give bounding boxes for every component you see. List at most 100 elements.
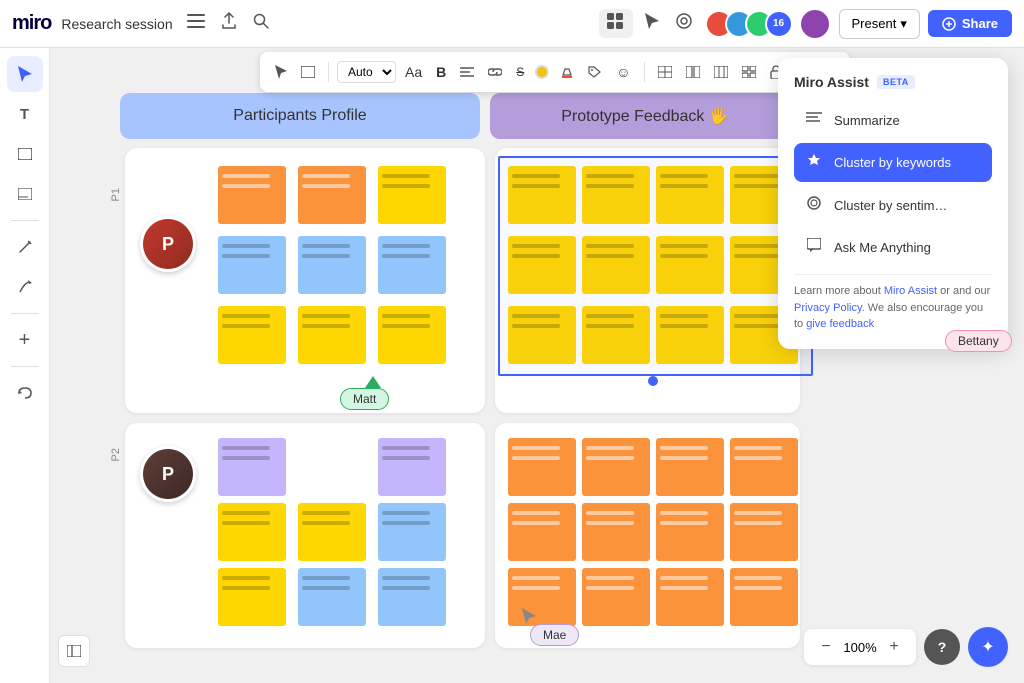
sticky-p2r-r3-4[interactable] (730, 568, 798, 626)
sticky-p1-r2-3[interactable] (378, 236, 446, 294)
sticky-p2r-r1-1[interactable] (508, 438, 576, 496)
participants-header: Participants Profile (120, 93, 480, 139)
navbar-left: miro Research session (12, 8, 273, 39)
share-label: Share (962, 16, 998, 31)
sidebar-undo-tool[interactable] (7, 375, 43, 411)
sticky-pr1-r1-2[interactable] (582, 166, 650, 224)
sidebar-divider2 (11, 313, 39, 314)
strikethrough-btn[interactable]: S (511, 62, 529, 82)
sticky-p2l-r2-3[interactable] (378, 503, 446, 561)
sticky-p2l-r1-1[interactable] (218, 438, 286, 496)
grid-view-icon[interactable] (599, 9, 633, 38)
sticky-p1-r3-1[interactable] (218, 306, 286, 364)
sticky-pr1-r3-1[interactable] (508, 306, 576, 364)
assist-header: Miro Assist BETA (794, 74, 992, 90)
sticky-p2r-r1-2[interactable] (582, 438, 650, 496)
panel-toggle-button[interactable] (58, 635, 90, 667)
mae-label: Mae (530, 624, 579, 646)
search-icon[interactable] (249, 8, 273, 39)
sidebar-sticky-tool[interactable] (7, 176, 43, 212)
miro-assist-panel: Miro Assist BETA Summarize Cluster by ke… (778, 58, 1008, 349)
collab-icon[interactable] (671, 8, 697, 39)
align-btn[interactable] (455, 64, 479, 80)
sep1 (328, 62, 329, 82)
zoom-in-button[interactable]: + (882, 635, 906, 659)
sticky-pr1-r2-3[interactable] (656, 236, 724, 294)
sticky-p2l-r2-2[interactable] (298, 503, 366, 561)
zoom-out-button[interactable]: − (814, 635, 838, 659)
tag-btn[interactable] (583, 63, 607, 81)
sticky-p1-r1-3[interactable] (378, 166, 446, 224)
cursor-icon[interactable] (641, 9, 663, 38)
sticky-pr1-r1-1[interactable] (508, 166, 576, 224)
sticky-p2r-r3-3[interactable] (656, 568, 724, 626)
sticky-p2r-r1-4[interactable] (730, 438, 798, 496)
assist-cluster-keywords-item[interactable]: Cluster by keywords (794, 143, 992, 182)
sticky-p1-r1-2[interactable] (298, 166, 366, 224)
matt-label: Matt (340, 388, 389, 410)
assist-summarize-item[interactable]: Summarize (794, 102, 992, 139)
share-button[interactable]: Share (928, 10, 1012, 37)
sticky-p2r-r2-3[interactable] (656, 503, 724, 561)
footer-text-2: or and our (937, 285, 990, 297)
sticky-pr1-r3-2[interactable] (582, 306, 650, 364)
font-size-btn[interactable]: Aa (400, 61, 427, 83)
sticky-pr1-r3-3[interactable] (656, 306, 724, 364)
miro-assist-link[interactable]: Miro Assist (884, 285, 937, 297)
table1-btn[interactable] (653, 63, 677, 81)
sticky-pr1-r2-1[interactable] (508, 236, 576, 294)
sidebar-pen-tool[interactable] (7, 229, 43, 265)
sticky-p1-r2-1[interactable] (218, 236, 286, 294)
sticky-p1-r3-2[interactable] (298, 306, 366, 364)
chevron-down-icon: ▾ (900, 16, 907, 32)
sidebar-connector-tool[interactable] (7, 269, 43, 305)
sidebar-select-tool[interactable] (7, 56, 43, 92)
format-toolbar: Auto Aa B S ☺ ✦ ⋯ (260, 52, 850, 92)
privacy-policy-link[interactable]: Privacy Policy. (794, 302, 865, 314)
sticky-pr1-r2-2[interactable] (582, 236, 650, 294)
resize-handle[interactable] (648, 376, 658, 386)
sticky-p2r-r2-4[interactable] (730, 503, 798, 561)
export-icon[interactable] (217, 8, 241, 39)
p2-avatar: P (140, 446, 196, 502)
sticky-p2r-r2-1[interactable] (508, 503, 576, 561)
frame-btn[interactable] (296, 63, 320, 81)
split-btn[interactable] (681, 63, 705, 81)
bold-btn[interactable]: B (431, 61, 451, 83)
widget-btn[interactable] (737, 63, 761, 81)
color-dot[interactable] (535, 65, 549, 79)
sticky-p1-r3-3[interactable] (378, 306, 446, 364)
assist-cluster-sentiment-item[interactable]: Cluster by sentim… (794, 186, 992, 225)
sticky-p2r-r2-2[interactable] (582, 503, 650, 561)
link-btn[interactable] (483, 64, 507, 80)
help-button[interactable]: ? (924, 629, 960, 665)
select-tool-btn[interactable] (270, 62, 292, 82)
table2-btn[interactable] (709, 63, 733, 81)
emoji-btn[interactable]: ☺ (611, 61, 635, 83)
sticky-pr1-r1-3[interactable] (656, 166, 724, 224)
sticky-p1-r1-1[interactable] (218, 166, 286, 224)
give-feedback-link[interactable]: give feedback (806, 318, 874, 330)
navbar-right: 16 Present ▾ Share (599, 8, 1012, 40)
cluster-sentiment-label: Cluster by sentim… (834, 198, 947, 213)
sticky-p2l-r3-1[interactable] (218, 568, 286, 626)
sticky-p2l-r1-2[interactable] (378, 438, 446, 496)
menu-icon[interactable] (183, 8, 209, 39)
sticky-p2l-r3-3[interactable] (378, 568, 446, 626)
sticky-p2r-r3-2[interactable] (582, 568, 650, 626)
assist-ask-anything-item[interactable]: Ask Me Anything (794, 229, 992, 266)
present-button[interactable]: Present ▾ (839, 9, 920, 39)
sidebar-add-tool[interactable]: + (7, 322, 43, 358)
magic-button[interactable]: ✦ (968, 627, 1008, 667)
sidebar-shape-tool[interactable] (7, 136, 43, 172)
highlight-btn[interactable] (555, 62, 579, 82)
sep2 (644, 62, 645, 82)
sticky-p2l-r3-2[interactable] (298, 568, 366, 626)
sidebar-text-tool[interactable]: T (7, 96, 43, 132)
bettany-label: Bettany (945, 330, 1012, 352)
sticky-p2l-r2-1[interactable] (218, 503, 286, 561)
auto-dropdown[interactable]: Auto (337, 61, 396, 83)
sticky-p2r-r3-1[interactable] (508, 568, 576, 626)
sticky-p2r-r1-3[interactable] (656, 438, 724, 496)
sticky-p1-r2-2[interactable] (298, 236, 366, 294)
